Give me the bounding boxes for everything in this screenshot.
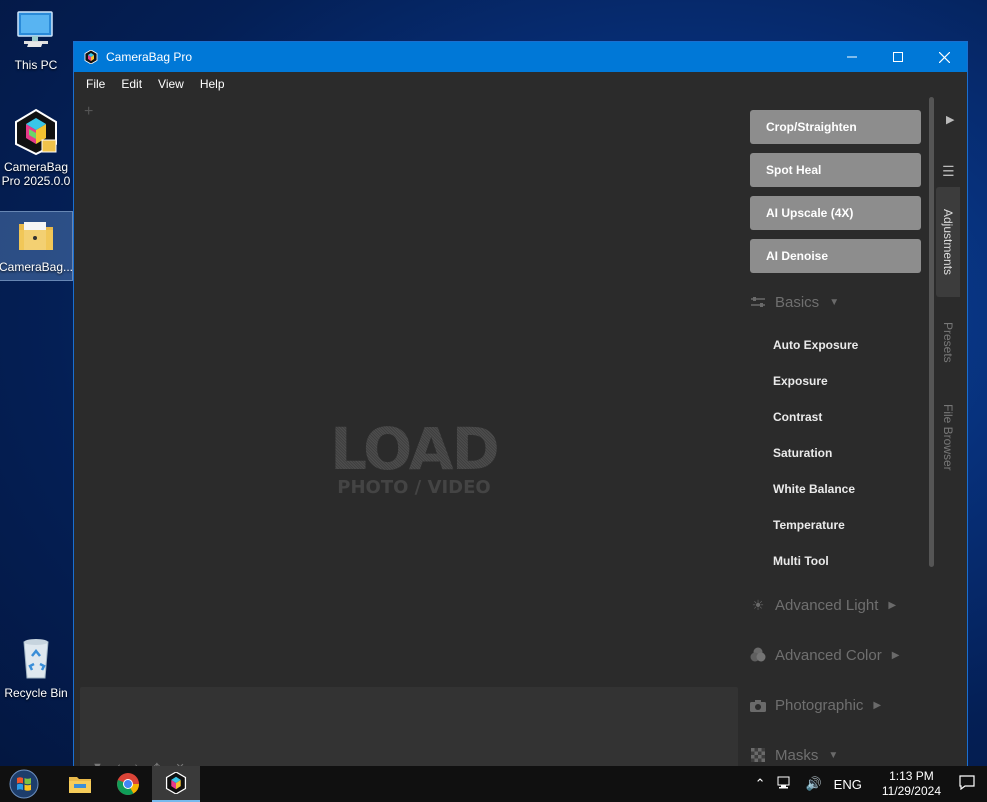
- side-tab-strip: ▶ ☰ Adjustments Presets File Browser: [936, 97, 967, 770]
- collapse-panel-icon[interactable]: ▶: [946, 113, 954, 126]
- chevron-up-icon[interactable]: ⌃: [755, 776, 766, 792]
- tab-presets[interactable]: Presets: [936, 307, 960, 377]
- menu-edit[interactable]: Edit: [113, 72, 150, 97]
- maximize-icon: [893, 52, 903, 62]
- camerabag-taskbar-button[interactable]: [152, 766, 200, 802]
- recycle-bin-icon: [12, 634, 60, 682]
- crop-straighten-button[interactable]: Crop/Straighten: [750, 110, 921, 144]
- clock-date: 11/29/2024: [881, 784, 941, 798]
- caret-right-icon: ▶: [873, 699, 882, 711]
- speaker-icon[interactable]: 🔊: [805, 776, 821, 792]
- menu-bar: File Edit View Help: [74, 72, 967, 97]
- language-indicator[interactable]: ENG: [834, 777, 862, 792]
- hamburger-menu-icon[interactable]: ☰: [942, 163, 955, 180]
- desktop-icon-label: CameraBag...: [0, 260, 74, 274]
- caret-right-icon: ▶: [891, 649, 900, 661]
- close-icon: [938, 51, 950, 63]
- color-circles-icon: [749, 646, 767, 664]
- menu-file[interactable]: File: [78, 72, 113, 97]
- adjust-white-balance[interactable]: White Balance: [773, 482, 855, 496]
- section-label: Masks: [775, 746, 819, 764]
- adjust-contrast[interactable]: Contrast: [773, 410, 822, 424]
- add-icon[interactable]: +: [84, 103, 93, 121]
- system-tray: ⌃ 🔊 ENG 1:13 PM 11/29/2024: [749, 766, 987, 802]
- window-title: CameraBag Pro: [106, 50, 193, 64]
- camerabag-window: CameraBag Pro File Edit View Help + LOAD…: [73, 41, 968, 771]
- adjust-saturation[interactable]: Saturation: [773, 446, 832, 460]
- folder-icon: [69, 777, 91, 793]
- file-explorer-taskbar-button[interactable]: [56, 766, 104, 802]
- notification-icon[interactable]: [959, 775, 975, 793]
- start-button[interactable]: [0, 766, 48, 802]
- section-photographic[interactable]: Photographic ▶: [749, 696, 881, 714]
- menu-help[interactable]: Help: [192, 72, 233, 97]
- camerabag-app-icon: [84, 50, 98, 64]
- desktop-icon-recycle-bin[interactable]: Recycle Bin: [0, 634, 72, 700]
- desktop-icon-camerabag-pro[interactable]: CameraBag Pro 2025.0.0: [0, 108, 72, 188]
- windows-start-icon: [9, 769, 39, 799]
- camerabag-app-icon: [165, 772, 187, 794]
- adjust-temperature[interactable]: Temperature: [773, 518, 845, 532]
- minimize-button[interactable]: [829, 42, 875, 72]
- section-basics[interactable]: Basics ▼: [749, 293, 839, 311]
- minimize-icon: [847, 56, 857, 58]
- desktop-icon-label: Recycle Bin: [4, 686, 68, 700]
- load-title: LOAD: [314, 419, 514, 479]
- section-label: Advanced Light: [775, 596, 879, 614]
- desktop-icon-camerabag-folder[interactable]: CameraBag...: [0, 211, 74, 281]
- taskbar: ⌃ 🔊 ENG 1:13 PM 11/29/2024: [0, 766, 987, 802]
- image-canvas[interactable]: + LOAD PHOTO / VIDEO ▼ ‹ › ✥ ✕: [74, 97, 743, 770]
- desktop-icon-label: This PC: [14, 58, 58, 72]
- camera-icon: [749, 696, 767, 714]
- section-label: Advanced Color: [775, 646, 882, 664]
- section-advanced-color[interactable]: Advanced Color ▶: [749, 646, 899, 664]
- desktop-icon-label: CameraBag Pro 2025.0.0: [1, 160, 71, 188]
- network-icon[interactable]: [777, 776, 793, 793]
- adjust-auto-exposure[interactable]: Auto Exposure: [773, 338, 858, 352]
- caret-down-icon: ▼: [828, 749, 839, 761]
- sun-icon: ☀: [751, 596, 765, 613]
- desktop-icon-this-pc[interactable]: This PC: [0, 6, 72, 72]
- section-label: Basics: [775, 293, 820, 311]
- folder-icon: [16, 216, 56, 256]
- section-advanced-light[interactable]: ☀ Advanced Light ▶: [749, 596, 896, 614]
- section-masks[interactable]: Masks ▼: [749, 746, 838, 764]
- section-label: Photographic: [775, 696, 864, 714]
- chrome-icon: [117, 773, 139, 795]
- tab-adjustments[interactable]: Adjustments: [936, 187, 960, 297]
- adjustments-panel: Crop/Straighten Spot Heal AI Upscale (4X…: [743, 97, 936, 770]
- panel-scrollbar[interactable]: [929, 97, 934, 567]
- caret-right-icon: ▶: [888, 599, 897, 611]
- clock[interactable]: 1:13 PM 11/29/2024: [882, 769, 941, 799]
- caret-down-icon: ▼: [829, 296, 840, 308]
- tab-file-browser[interactable]: File Browser: [936, 387, 960, 487]
- load-photo-video-button[interactable]: LOAD PHOTO / VIDEO: [314, 419, 514, 498]
- chrome-taskbar-button[interactable]: [104, 766, 152, 802]
- ai-denoise-button[interactable]: AI Denoise: [750, 239, 921, 273]
- menu-view[interactable]: View: [150, 72, 192, 97]
- adjust-exposure[interactable]: Exposure: [773, 374, 828, 388]
- title-bar[interactable]: CameraBag Pro: [74, 42, 967, 72]
- maximize-button[interactable]: [875, 42, 921, 72]
- ai-upscale-button[interactable]: AI Upscale (4X): [750, 196, 921, 230]
- close-button[interactable]: [921, 42, 967, 72]
- clock-time: 1:13 PM: [889, 769, 934, 783]
- camerabag-app-icon: [12, 108, 60, 156]
- checkerboard-mask-icon: [749, 746, 767, 764]
- spot-heal-button[interactable]: Spot Heal: [750, 153, 921, 187]
- load-subtitle: PHOTO / VIDEO: [337, 477, 491, 498]
- monitor-icon: [12, 6, 60, 54]
- sliders-icon: [749, 293, 767, 311]
- filmstrip-panel[interactable]: ▼ ‹ › ✥ ✕: [80, 687, 738, 770]
- adjust-multi-tool[interactable]: Multi Tool: [773, 554, 829, 568]
